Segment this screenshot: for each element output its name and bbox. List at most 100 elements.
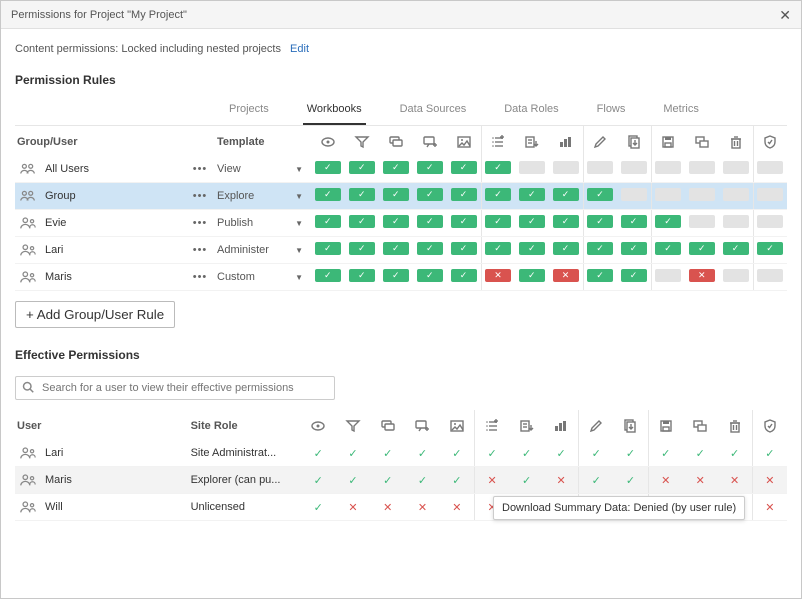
rule-row[interactable]: All Users•••View▼ <box>15 156 787 183</box>
capability-cell[interactable] <box>451 215 477 228</box>
capability-cell[interactable] <box>485 242 511 255</box>
template-dropdown[interactable]: View▼ <box>217 163 309 175</box>
eff-capability-header-download-full-icon <box>544 410 579 440</box>
capability-cell[interactable] <box>655 161 681 174</box>
capability-cell[interactable] <box>621 215 647 228</box>
rule-actions-menu[interactable]: ••• <box>185 210 215 237</box>
capability-cell[interactable] <box>349 215 375 228</box>
capability-cell[interactable] <box>689 269 715 282</box>
capability-cell[interactable] <box>723 161 749 174</box>
capability-cell[interactable] <box>349 188 375 201</box>
capability-cell[interactable] <box>655 188 681 201</box>
capability-cell[interactable] <box>655 269 681 282</box>
capability-cell[interactable] <box>723 215 749 228</box>
rule-row[interactable]: Maris•••Custom▼ <box>15 264 787 291</box>
capability-cell[interactable] <box>723 242 749 255</box>
tab-projects[interactable]: Projects <box>225 97 273 125</box>
capability-cell[interactable] <box>417 215 443 228</box>
capability-cell[interactable] <box>655 215 681 228</box>
capability-cell[interactable] <box>485 215 511 228</box>
edit-content-permissions-link[interactable]: Edit <box>290 43 309 55</box>
capability-cell[interactable] <box>417 188 443 201</box>
capability-cell[interactable] <box>553 215 579 228</box>
capability-cell[interactable] <box>417 269 443 282</box>
capability-cell[interactable] <box>757 215 783 228</box>
template-dropdown[interactable]: Custom▼ <box>217 271 309 283</box>
rule-actions-menu[interactable]: ••• <box>185 156 215 183</box>
capability-cell[interactable] <box>621 161 647 174</box>
capability-cell[interactable] <box>587 269 613 282</box>
capability-cell[interactable] <box>757 161 783 174</box>
tab-workbooks[interactable]: Workbooks <box>303 97 366 125</box>
capability-cell[interactable] <box>689 215 715 228</box>
capability-cell[interactable] <box>757 269 783 282</box>
add-group-user-rule-button[interactable]: + Add Group/User Rule <box>15 301 175 328</box>
effective-capability-cell: ✓ <box>544 440 579 467</box>
capability-cell[interactable] <box>383 188 409 201</box>
capability-cell[interactable] <box>553 242 579 255</box>
tab-data-roles[interactable]: Data Roles <box>500 97 562 125</box>
rule-row[interactable]: Lari•••Administer▼ <box>15 237 787 264</box>
capability-cell[interactable] <box>417 161 443 174</box>
capability-cell[interactable] <box>553 188 579 201</box>
effective-row[interactable]: LariSite Administrat...✓✓✓✓✓✓✓✓✓✓✓✓✓✓ <box>15 440 787 467</box>
capability-cell[interactable] <box>689 242 715 255</box>
capability-cell[interactable] <box>587 215 613 228</box>
rule-actions-menu[interactable]: ••• <box>185 264 215 291</box>
capability-cell[interactable] <box>689 161 715 174</box>
capability-cell[interactable] <box>485 188 511 201</box>
template-dropdown[interactable]: Explore▼ <box>217 190 309 202</box>
capability-cell[interactable] <box>519 188 545 201</box>
capability-cell[interactable] <box>451 269 477 282</box>
capability-cell[interactable] <box>553 161 579 174</box>
capability-header-list-icon <box>481 126 515 156</box>
capability-cell[interactable] <box>621 269 647 282</box>
capability-cell[interactable] <box>723 269 749 282</box>
capability-cell[interactable] <box>315 161 341 174</box>
capability-cell[interactable] <box>519 215 545 228</box>
capability-cell[interactable] <box>655 242 681 255</box>
capability-cell[interactable] <box>757 188 783 201</box>
capability-cell[interactable] <box>519 242 545 255</box>
capability-cell[interactable] <box>587 161 613 174</box>
capability-cell[interactable] <box>519 269 545 282</box>
tab-flows[interactable]: Flows <box>593 97 630 125</box>
capability-cell[interactable] <box>689 188 715 201</box>
capability-cell[interactable] <box>451 188 477 201</box>
tab-data-sources[interactable]: Data Sources <box>396 97 471 125</box>
capability-cell[interactable] <box>383 269 409 282</box>
capability-cell[interactable] <box>315 242 341 255</box>
effective-row[interactable]: MarisExplorer (can pu...✓✓✓✓✓✕✓✕✓✓✕✕✕✕ <box>15 467 787 494</box>
capability-cell[interactable] <box>349 269 375 282</box>
capability-cell[interactable] <box>383 161 409 174</box>
capability-cell[interactable] <box>587 242 613 255</box>
capability-cell[interactable] <box>383 215 409 228</box>
capability-cell[interactable] <box>621 242 647 255</box>
template-dropdown[interactable]: Publish▼ <box>217 217 309 229</box>
rule-actions-menu[interactable]: ••• <box>185 237 215 264</box>
template-dropdown[interactable]: Administer▼ <box>217 244 309 256</box>
effective-search-input[interactable] <box>15 376 335 400</box>
capability-cell[interactable] <box>349 161 375 174</box>
capability-cell[interactable] <box>553 269 579 282</box>
capability-cell[interactable] <box>451 161 477 174</box>
capability-cell[interactable] <box>587 188 613 201</box>
tab-metrics[interactable]: Metrics <box>659 97 702 125</box>
close-icon[interactable]: ✕ <box>779 1 791 29</box>
capability-cell[interactable] <box>349 242 375 255</box>
capability-cell[interactable] <box>485 269 511 282</box>
rule-row[interactable]: Evie•••Publish▼ <box>15 210 787 237</box>
capability-cell[interactable] <box>315 188 341 201</box>
rule-actions-menu[interactable]: ••• <box>185 183 215 210</box>
capability-cell[interactable] <box>757 242 783 255</box>
capability-cell[interactable] <box>383 242 409 255</box>
capability-cell[interactable] <box>315 215 341 228</box>
capability-cell[interactable] <box>621 188 647 201</box>
capability-cell[interactable] <box>417 242 443 255</box>
capability-cell[interactable] <box>519 161 545 174</box>
rule-row[interactable]: Group•••Explore▼ <box>15 183 787 210</box>
capability-cell[interactable] <box>485 161 511 174</box>
capability-cell[interactable] <box>451 242 477 255</box>
capability-cell[interactable] <box>723 188 749 201</box>
capability-cell[interactable] <box>315 269 341 282</box>
